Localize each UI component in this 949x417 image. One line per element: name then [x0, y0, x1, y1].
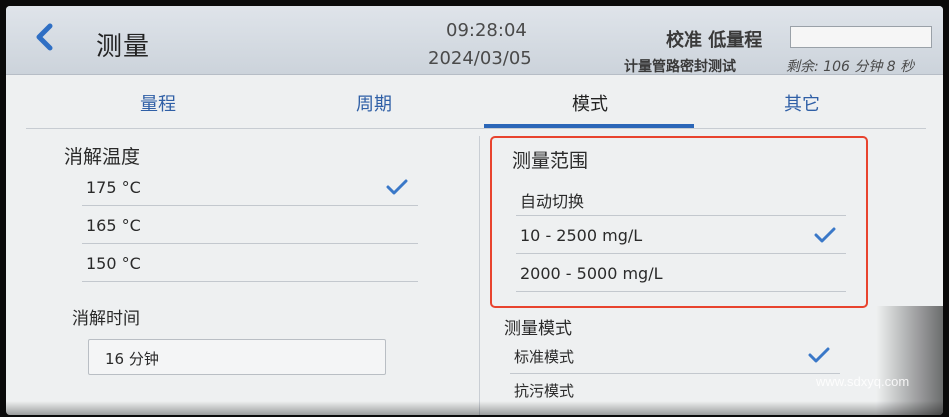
- tab-other[interactable]: 其它: [784, 90, 820, 116]
- clock-time: 09:28:04: [446, 20, 527, 41]
- option-separator: [82, 243, 418, 244]
- option-label: 10 - 2500 mg/L: [520, 226, 643, 245]
- mode-option-standard[interactable]: 标准模式: [510, 338, 840, 374]
- edge-shadow: [876, 306, 943, 415]
- checkmark-icon: [808, 347, 830, 363]
- chevron-left-icon: [36, 23, 53, 51]
- measure-mode-title: 测量模式: [504, 319, 572, 339]
- app-screen: 测量 09:28:04 2024/03/05 校准 低量程 计量管路密封测试 剩…: [6, 6, 943, 415]
- temp-option-165[interactable]: 165 °C: [82, 208, 418, 244]
- option-separator: [516, 215, 846, 216]
- option-label: 165 °C: [86, 216, 141, 235]
- back-button[interactable]: [28, 20, 62, 54]
- column-divider: [479, 136, 480, 415]
- temp-option-175[interactable]: 175 °C: [82, 170, 418, 206]
- option-separator: [516, 253, 846, 254]
- task-label: 计量管路密封测试: [624, 59, 736, 75]
- range-option-10-2500[interactable]: 10 - 2500 mg/L: [516, 218, 846, 254]
- header-bar: 测量 09:28:04 2024/03/05 校准 低量程 计量管路密封测试 剩…: [6, 6, 943, 75]
- digestion-temp-title: 消解温度: [64, 146, 141, 168]
- option-separator: [82, 281, 418, 282]
- temp-option-150[interactable]: 150 °C: [82, 246, 418, 282]
- option-label: 150 °C: [86, 254, 141, 273]
- digestion-time-title: 消解时间: [72, 309, 140, 329]
- watermark-text: www.sdxyq.com: [816, 374, 910, 389]
- calibration-progress-bar: [790, 26, 932, 48]
- checkmark-icon: [814, 227, 836, 243]
- page-title: 测量: [96, 32, 151, 62]
- tab-range[interactable]: 量程: [140, 90, 176, 116]
- range-option-auto[interactable]: 自动切换: [516, 180, 846, 216]
- task-remaining-time: 剩余: 106 分钟 8 秒: [786, 59, 915, 75]
- digestion-time-field[interactable]: 16 分钟: [88, 339, 386, 375]
- calibration-status-label: 校准 低量程: [666, 30, 763, 51]
- tab-mode[interactable]: 模式: [572, 90, 608, 116]
- tab-bar: 量程 周期 模式 其它: [6, 76, 943, 130]
- option-label: 2000 - 5000 mg/L: [520, 264, 663, 283]
- active-tab-indicator: [484, 124, 694, 128]
- tab-cycle[interactable]: 周期: [356, 90, 392, 116]
- checkmark-icon: [386, 179, 408, 195]
- tab-divider: [26, 128, 926, 129]
- option-label: 175 °C: [86, 178, 141, 197]
- option-label: 抗污模式: [514, 382, 575, 400]
- option-separator: [82, 205, 418, 206]
- bottom-shadow: [6, 401, 943, 415]
- option-separator: [516, 291, 846, 292]
- measure-range-title: 测量范围: [512, 150, 589, 172]
- digestion-time-value: 16 分钟: [105, 350, 159, 368]
- range-option-2000-5000[interactable]: 2000 - 5000 mg/L: [516, 256, 846, 292]
- option-label: 标准模式: [514, 348, 575, 366]
- option-label: 自动切换: [520, 192, 585, 211]
- clock-date: 2024/03/05: [428, 48, 532, 69]
